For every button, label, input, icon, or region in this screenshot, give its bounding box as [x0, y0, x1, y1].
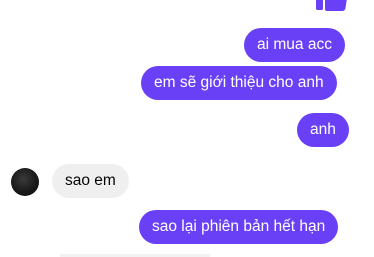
thumbs-up-icon[interactable]	[314, 0, 348, 14]
chat-thread: ai mua acc em sẽ giới thiệu cho anh anh …	[0, 0, 374, 257]
message-bubble-outgoing[interactable]: ai mua acc	[244, 28, 345, 62]
message-text: em sẽ giới thiệu cho anh	[154, 74, 324, 91]
message-text: sao em	[65, 172, 116, 189]
message-bubble-incoming[interactable]: sao em	[52, 164, 129, 198]
message-bubble-outgoing[interactable]: sao lại phiên bản hết hạn	[139, 210, 339, 244]
message-bubble-outgoing[interactable]: anh	[297, 113, 349, 147]
avatar[interactable]	[11, 168, 39, 196]
message-text: anh	[310, 121, 336, 138]
message-bubble-outgoing[interactable]: em sẽ giới thiệu cho anh	[141, 66, 337, 100]
message-text: ai mua acc	[257, 36, 332, 53]
message-text: sao lại phiên bản hết hạn	[152, 218, 326, 235]
